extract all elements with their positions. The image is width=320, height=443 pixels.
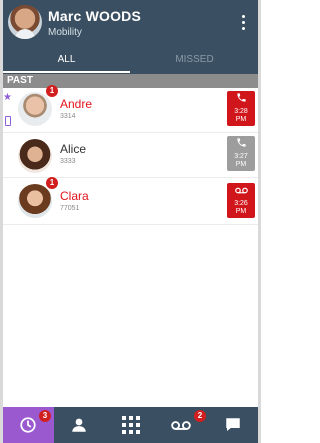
nav-chat[interactable] bbox=[207, 407, 258, 443]
voicemail-icon bbox=[227, 184, 255, 200]
call-time-period: PM bbox=[235, 116, 247, 123]
call-row-alice[interactable]: Alice 3333 3:27 PM bbox=[3, 133, 258, 178]
missed-count-badge: 1 bbox=[46, 177, 58, 189]
chat-icon bbox=[226, 418, 240, 431]
user-name: Marc WOODS bbox=[48, 8, 142, 24]
missed-count-badge: 1 bbox=[46, 85, 58, 97]
user-status[interactable]: Mobility bbox=[48, 27, 82, 38]
voicemail-icon bbox=[171, 421, 191, 430]
tab-missed-label: MISSED bbox=[175, 54, 214, 65]
contacts-icon bbox=[72, 418, 86, 432]
call-time: 3:28 bbox=[234, 108, 248, 115]
tab-all-label: ALL bbox=[57, 54, 76, 65]
contact-avatar bbox=[18, 92, 52, 126]
phone-icon bbox=[227, 137, 255, 153]
tab-selected-indicator bbox=[3, 71, 130, 73]
nav-dialpad[interactable] bbox=[105, 407, 156, 443]
right-edge bbox=[258, 0, 261, 443]
nav-contacts[interactable] bbox=[54, 407, 105, 443]
call-time-period: PM bbox=[235, 161, 247, 168]
bottom-navigation: 3 2 bbox=[3, 407, 258, 443]
voicemail-badge: 2 bbox=[194, 410, 206, 422]
more-options-icon[interactable] bbox=[242, 15, 246, 31]
call-filter-tabs: ALL MISSED bbox=[3, 45, 258, 74]
call-time: 3:26 bbox=[234, 200, 248, 207]
tab-all[interactable]: ALL bbox=[3, 45, 130, 74]
call-row-clara[interactable]: 1 Clara 77051 3:26 PM bbox=[3, 177, 258, 225]
app-header: Marc WOODS Mobility bbox=[3, 0, 258, 45]
contact-avatar bbox=[18, 139, 52, 173]
section-header: PAST bbox=[3, 74, 258, 88]
nav-voicemail[interactable]: 2 bbox=[156, 407, 207, 443]
contact-extension: 77051 bbox=[60, 205, 80, 212]
nav-history[interactable]: 3 bbox=[3, 407, 54, 443]
call-time: 3:27 bbox=[234, 153, 248, 160]
call-row-andre[interactable]: ★ 1 Andre 3314 3:28 PM bbox=[3, 85, 258, 133]
call-back-button[interactable]: 3:27 PM bbox=[227, 136, 255, 171]
contact-name: Clara bbox=[60, 189, 89, 203]
user-avatar[interactable] bbox=[8, 5, 42, 39]
contact-extension: 3314 bbox=[60, 113, 76, 120]
tab-missed[interactable]: MISSED bbox=[131, 45, 258, 74]
call-back-button[interactable]: 3:28 PM bbox=[227, 91, 255, 126]
history-badge: 3 bbox=[39, 410, 51, 422]
app-frame: Marc WOODS Mobility ALL MISSED PAST ★ 1 … bbox=[0, 0, 261, 443]
contact-avatar bbox=[18, 184, 52, 218]
dialpad-icon bbox=[122, 416, 140, 434]
phone-icon bbox=[227, 92, 255, 108]
mobile-device-icon bbox=[5, 116, 11, 126]
favorite-star-icon: ★ bbox=[3, 92, 12, 103]
call-time-period: PM bbox=[235, 208, 247, 215]
voicemail-button[interactable]: 3:26 PM bbox=[227, 183, 255, 218]
contact-name: Andre bbox=[60, 97, 93, 111]
clock-icon bbox=[20, 417, 36, 433]
contact-extension: 3333 bbox=[60, 158, 76, 165]
contact-name: Alice bbox=[60, 142, 87, 156]
